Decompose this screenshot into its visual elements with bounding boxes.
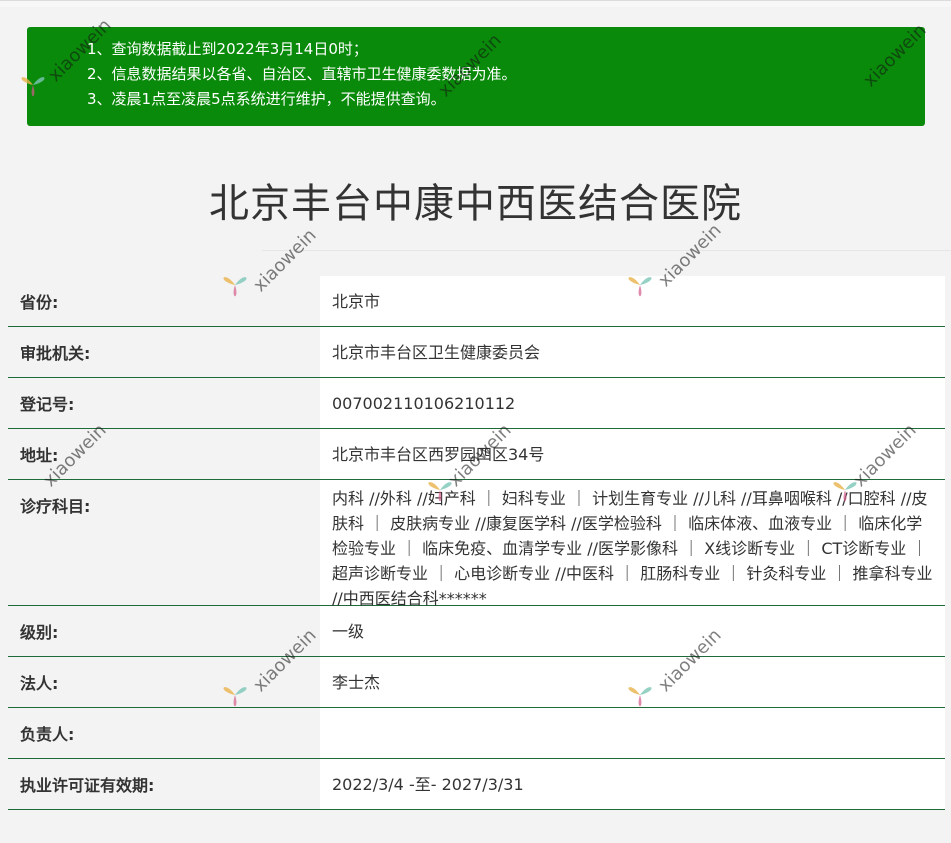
top-divider	[0, 0, 951, 7]
hospital-info-table: 省份: 北京市 审批机关: 北京市丰台区卫生健康委员会 登记号: 0070021…	[8, 276, 945, 810]
field-label: 执业许可证有效期:	[8, 759, 320, 809]
table-row-license-validity: 执业许可证有效期: 2022/3/4 -至- 2027/3/31	[8, 759, 945, 810]
field-label: 级别:	[8, 606, 320, 656]
field-value: 北京市丰台区卫生健康委员会	[320, 327, 945, 377]
field-label: 登记号:	[8, 378, 320, 428]
table-row-province: 省份: 北京市	[8, 276, 945, 327]
title-divider	[262, 250, 951, 251]
field-label: 省份:	[8, 276, 320, 326]
field-label: 负责人:	[8, 708, 320, 758]
field-label: 法人:	[8, 657, 320, 707]
table-row-registration-number: 登记号: 007002110106210112	[8, 378, 945, 429]
notice-line-2: 2、信息数据结果以各省、自治区、直辖市卫生健康委数据为准。	[87, 65, 517, 83]
table-row-approval-authority: 审批机关: 北京市丰台区卫生健康委员会	[8, 327, 945, 378]
field-value: 一级	[320, 606, 945, 656]
field-label: 审批机关:	[8, 327, 320, 377]
field-value: 007002110106210112	[320, 378, 945, 428]
field-value: 北京市	[320, 276, 945, 326]
table-row-level: 级别: 一级	[8, 606, 945, 657]
table-row-person-in-charge: 负责人:	[8, 708, 945, 759]
field-value: 李士杰	[320, 657, 945, 707]
field-value: 北京市丰台区西罗园四区34号	[320, 429, 945, 479]
table-row-departments: 诊疗科目: 内科 //外科 //妇产科 ｜ 妇科专业 ｜ 计划生育专业 //儿科…	[8, 480, 945, 608]
field-value	[320, 708, 945, 758]
table-row-legal-person: 法人: 李士杰	[8, 657, 945, 708]
field-value: 2022/3/4 -至- 2027/3/31	[320, 759, 945, 809]
table-row-address: 地址: 北京市丰台区西罗园四区34号	[8, 429, 945, 480]
hospital-title: 北京丰台中康中西医结合医院	[209, 181, 742, 227]
notice-line-3: 3、凌晨1点至凌晨5点系统进行维护，不能提供查询。	[87, 90, 446, 108]
notice-banner: 1、查询数据截止到2022年3月14日0时； 2、信息数据结果以各省、自治区、直…	[27, 27, 925, 126]
field-label: 地址:	[8, 429, 320, 479]
field-value: 内科 //外科 //妇产科 ｜ 妇科专业 ｜ 计划生育专业 //儿科 //耳鼻咽…	[320, 480, 945, 608]
field-label: 诊疗科目:	[8, 480, 320, 605]
notice-line-1: 1、查询数据截止到2022年3月14日0时；	[87, 40, 368, 58]
